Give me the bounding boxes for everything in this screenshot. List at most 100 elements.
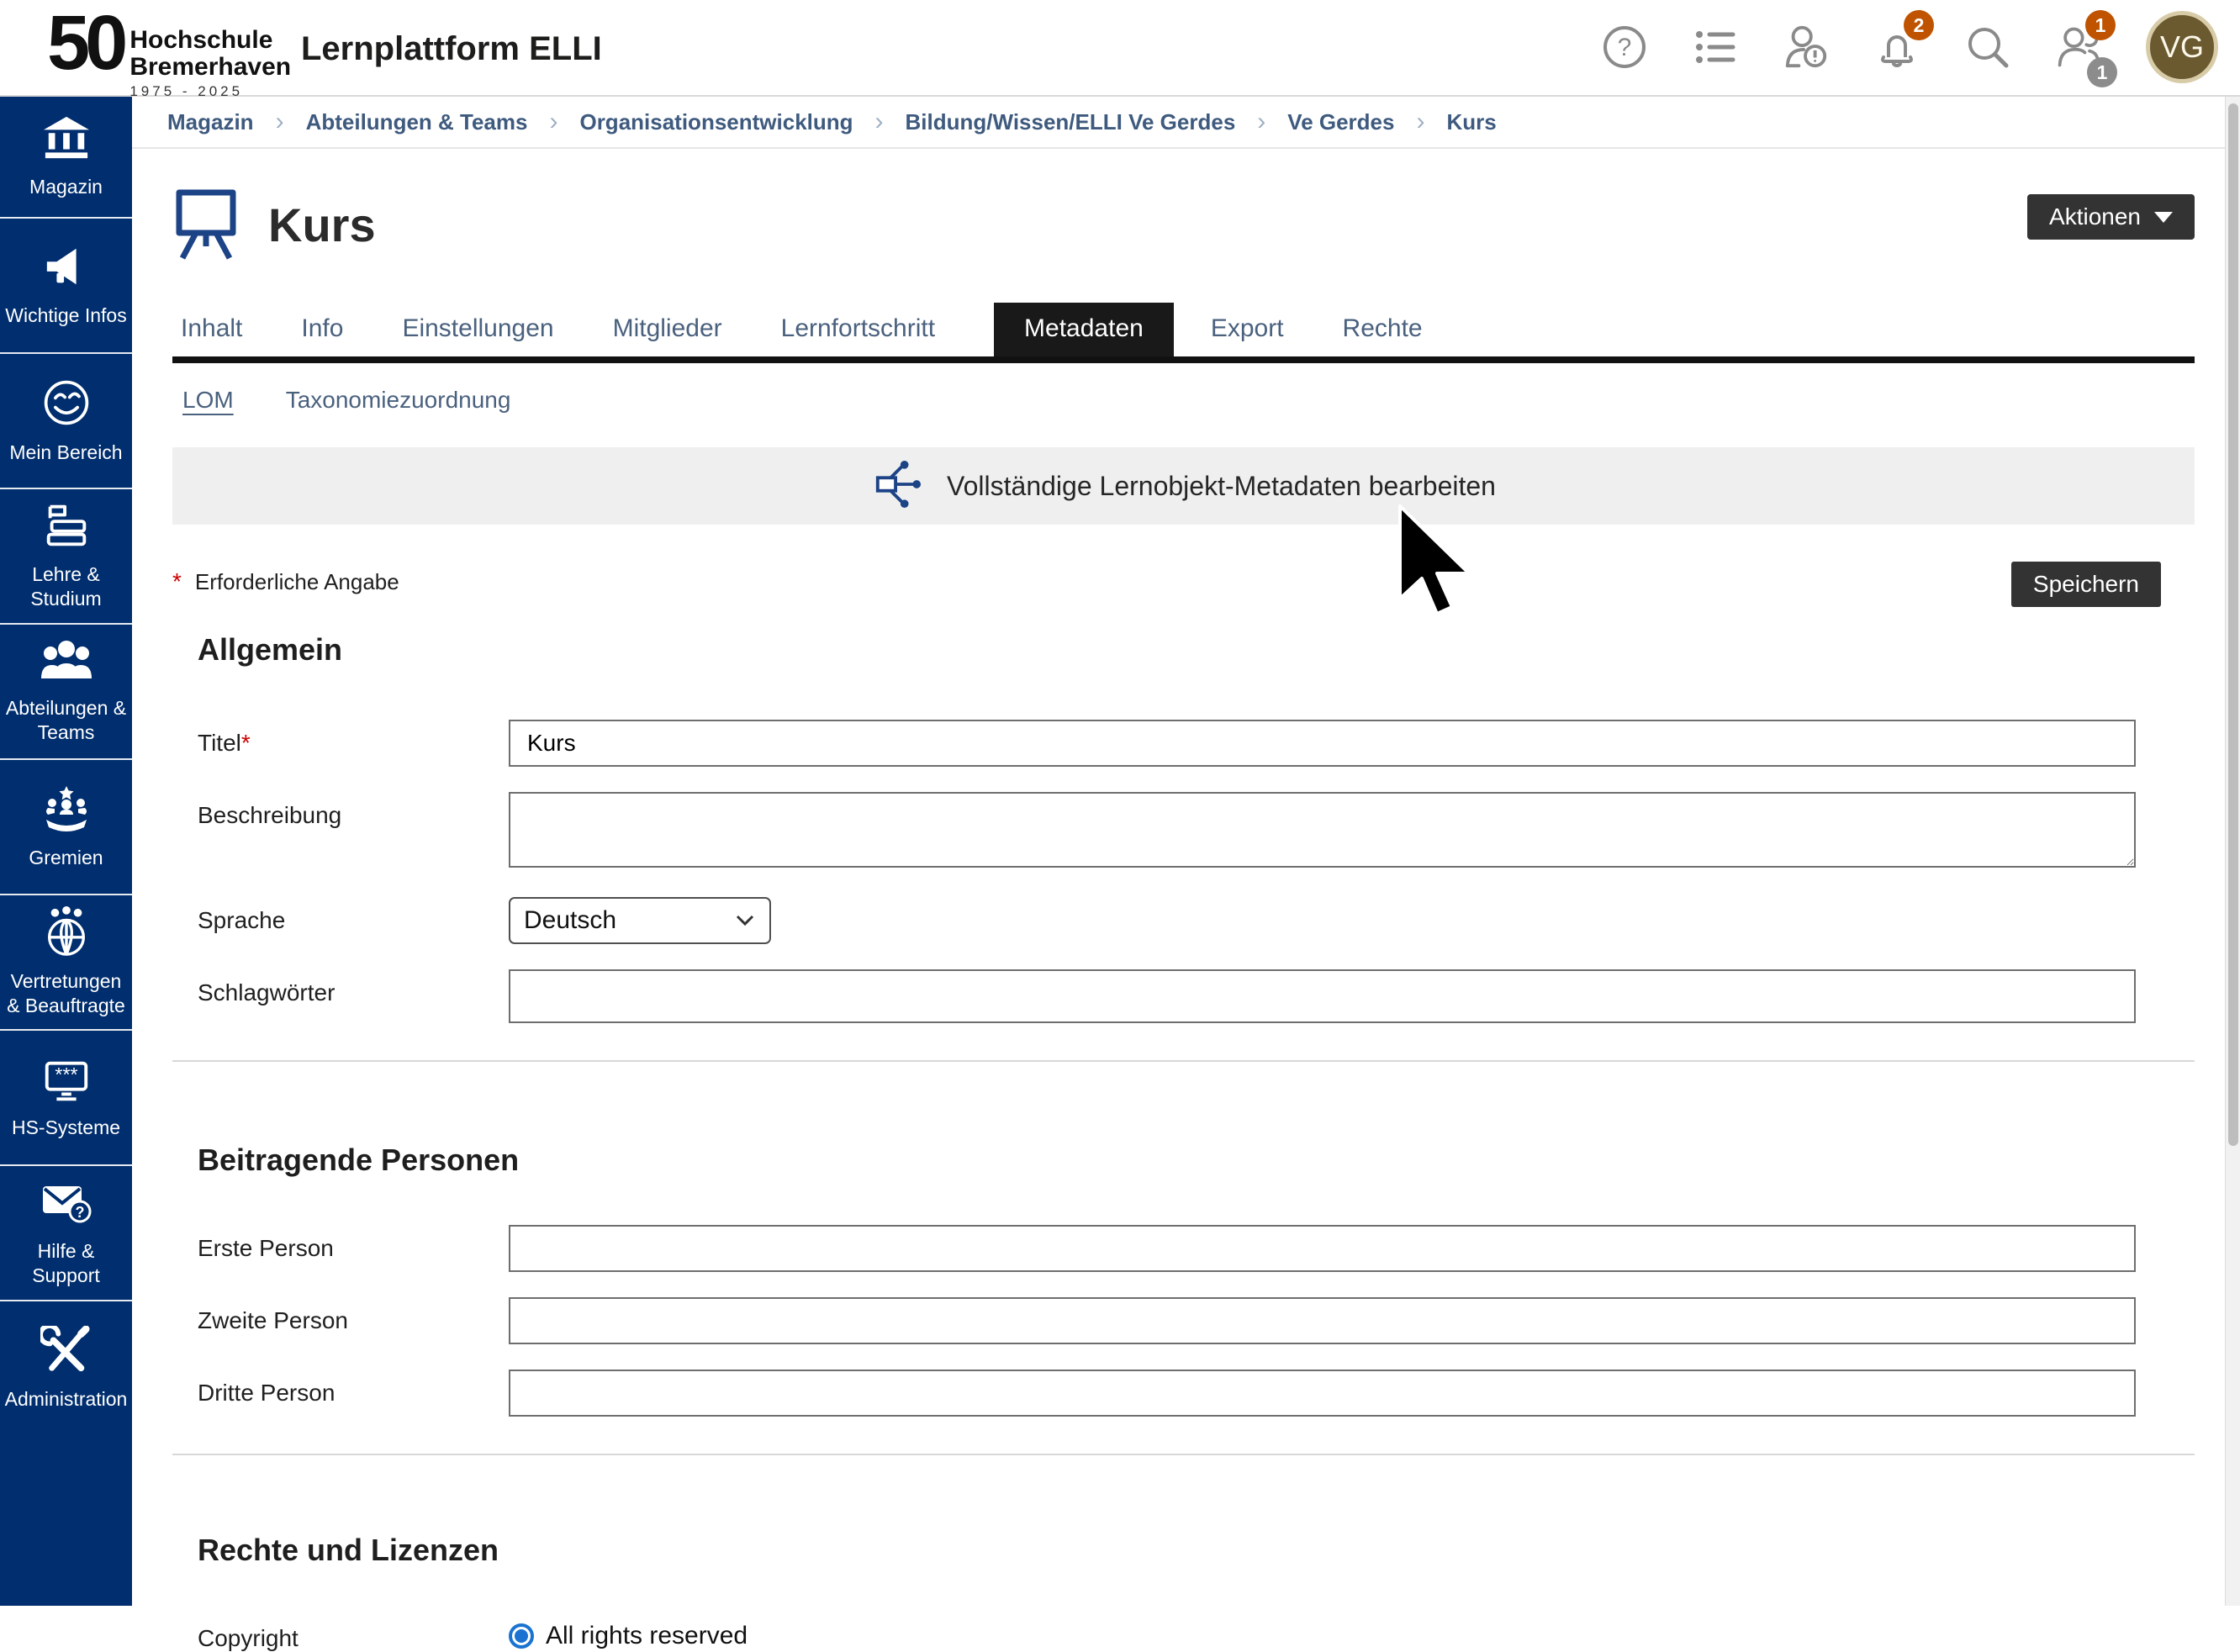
sidebar-item-hilfe-support[interactable]: ? Hilfe & Support [0, 1164, 132, 1300]
people-group-icon [40, 638, 93, 688]
contacts-badge-bottom: 1 [2087, 57, 2117, 87]
logo-years: 1975 - 2025 [129, 83, 291, 100]
required-asterisk: * [172, 568, 182, 595]
course-easel-icon [172, 186, 240, 264]
sidebar-item-lehre-studium[interactable]: Lehre & Studium [0, 488, 132, 623]
main-content-area: Magazin › Abteilungen & Teams › Organisa… [132, 97, 2225, 1606]
edit-full-metadata-banner[interactable]: Vollständige Lernobjekt-Metadaten bearbe… [172, 447, 2195, 525]
sidebar-item-label: Magazin [26, 175, 106, 199]
breadcrumb-item[interactable]: Organisationsentwicklung [579, 109, 853, 135]
avatar[interactable]: VG [2146, 11, 2218, 83]
svg-text:***: *** [55, 1064, 77, 1085]
tab-einstellungen[interactable]: Einstellungen [402, 303, 553, 356]
bell-badge: 2 [1904, 10, 1934, 40]
subtab-taxonomiezuordnung[interactable]: Taxonomiezuordnung [286, 387, 511, 414]
breadcrumb-separator: › [1416, 108, 1424, 136]
tab-info[interactable]: Info [301, 303, 343, 356]
edit-full-metadata-label: Vollständige Lernobjekt-Metadaten bearbe… [947, 471, 1496, 502]
help-icon[interactable]: ? [1601, 24, 1648, 71]
search-icon[interactable] [1964, 24, 2011, 71]
logo-50: 50 [47, 8, 123, 78]
hochschule-bremerhaven-logo[interactable]: 50 Hochschule Bremerhaven 1975 - 2025 [47, 8, 291, 100]
sidebar-item-magazin[interactable]: Magazin [0, 97, 132, 217]
sidebar-item-mein-bereich[interactable]: Mein Bereich [0, 352, 132, 488]
tab-inhalt[interactable]: Inhalt [181, 303, 242, 356]
scrollbar-thumb[interactable] [2228, 103, 2238, 1146]
breadcrumb-item[interactable]: Abteilungen & Teams [306, 109, 528, 135]
sidebar-item-gremien[interactable]: Gremien [0, 758, 132, 894]
section-heading-beitragende: Beitragende Personen [172, 1143, 2195, 1178]
section-divider [172, 1454, 2195, 1455]
sidebar-item-label: Hilfe & Support [0, 1239, 132, 1288]
erste-person-label: Erste Person [172, 1225, 509, 1262]
svg-text:?: ? [75, 1204, 84, 1221]
breadcrumb: Magazin › Abteilungen & Teams › Organisa… [132, 97, 2225, 149]
tools-icon [40, 1326, 92, 1379]
beschreibung-textarea[interactable] [509, 792, 2136, 868]
actions-button-label: Aktionen [2049, 203, 2141, 230]
schlagwoerter-input[interactable] [509, 969, 2136, 1023]
bank-icon [40, 115, 92, 166]
copyright-option-label: All rights reserved [546, 1622, 748, 1650]
dritte-person-input[interactable] [509, 1370, 2136, 1417]
sprache-selected-value: Deutsch [524, 906, 616, 935]
titel-required-asterisk: * [241, 730, 251, 756]
tab-rechte[interactable]: Rechte [1343, 303, 1423, 356]
sidebar-item-label: Vertretungen & Beauftragte [0, 969, 132, 1018]
erste-person-input[interactable] [509, 1225, 2136, 1272]
subtab-lom[interactable]: LOM [182, 387, 234, 414]
sidebar-item-hs-systeme[interactable]: *** HS-Systeme [0, 1029, 132, 1164]
zweite-person-input[interactable] [509, 1297, 2136, 1344]
breadcrumb-item[interactable]: Kurs [1446, 109, 1496, 135]
books-icon [40, 501, 92, 554]
copyright-label: Copyright [172, 1615, 509, 1652]
breadcrumb-item[interactable]: Bildung/Wissen/ELLI Ve Gerdes [906, 109, 1236, 135]
chevron-down-icon [736, 915, 754, 926]
sidebar-item-label: Abteilungen & Teams [0, 696, 132, 745]
breadcrumb-separator: › [549, 108, 557, 136]
sidebar-item-vertretungen[interactable]: Vertretungen & Beauftragte [0, 894, 132, 1029]
vertical-scrollbar[interactable] [2225, 97, 2240, 1606]
save-button[interactable]: Speichern [2011, 562, 2161, 607]
sidebar-item-abteilungen-teams[interactable]: Abteilungen & Teams [0, 623, 132, 758]
sprache-label: Sprache [172, 897, 509, 934]
tab-bar: Inhalt Info Einstellungen Mitglieder Ler… [172, 303, 2195, 363]
user-alert-icon[interactable] [1783, 24, 1830, 71]
titel-label: Titel* [172, 720, 509, 757]
beschreibung-label: Beschreibung [172, 792, 509, 829]
notifications-bell-icon[interactable]: 2 [1873, 24, 1920, 71]
envelope-question-icon: ? [40, 1178, 93, 1231]
zweite-person-label: Zweite Person [172, 1297, 509, 1334]
tab-mitglieder[interactable]: Mitglieder [613, 303, 722, 356]
save-button-label: Speichern [2033, 571, 2139, 598]
tab-export[interactable]: Export [1211, 303, 1284, 356]
actions-button[interactable]: Aktionen [2027, 194, 2195, 240]
sidebar-item-label: Mein Bereich [6, 441, 125, 465]
main-sidebar: Magazin Wichtige Infos Mein Bereich [0, 97, 132, 1606]
tab-lernfortschritt[interactable]: Lernfortschritt [781, 303, 935, 356]
breadcrumb-item[interactable]: Ve Gerdes [1287, 109, 1394, 135]
list-menu-icon[interactable] [1692, 24, 1739, 71]
logo-line1: Hochschule [129, 27, 291, 54]
sidebar-item-administration[interactable]: Administration [0, 1300, 132, 1435]
sidebar-item-label: Wichtige Infos [2, 303, 129, 328]
sprache-select[interactable]: Deutsch [509, 897, 771, 944]
svg-text:?: ? [1618, 34, 1632, 61]
section-heading-allgemein: Allgemein [172, 632, 2195, 668]
sidebar-item-label: Gremien [25, 846, 106, 870]
titel-input[interactable] [509, 720, 2136, 767]
dritte-person-label: Dritte Person [172, 1370, 509, 1407]
sidebar-item-wichtige-infos[interactable]: Wichtige Infos [0, 217, 132, 352]
schlagwoerter-label: Schlagwörter [172, 969, 509, 1006]
breadcrumb-separator: › [276, 108, 284, 136]
smiley-icon [40, 377, 92, 432]
section-heading-rechte: Rechte und Lizenzen [172, 1533, 2195, 1568]
tab-metadaten[interactable]: Metadaten [994, 303, 1174, 356]
sidebar-item-label: Administration [2, 1387, 131, 1412]
contacts-icon[interactable]: 1 1 [2055, 24, 2102, 71]
hub-node-icon [871, 460, 923, 513]
breadcrumb-item[interactable]: Magazin [167, 109, 254, 135]
monitor-icon: *** [40, 1056, 92, 1107]
copyright-radio[interactable] [509, 1623, 534, 1649]
breadcrumb-separator: › [875, 108, 884, 136]
